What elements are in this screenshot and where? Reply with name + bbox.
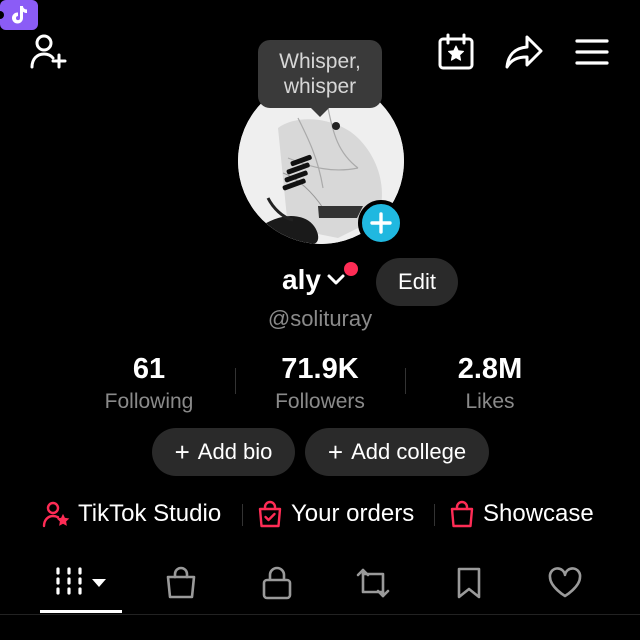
showcase-link[interactable]: Showcase bbox=[449, 496, 594, 532]
tab-shop[interactable] bbox=[156, 558, 206, 608]
active-tab-indicator bbox=[40, 610, 122, 613]
stat-label: Following bbox=[104, 390, 194, 413]
tab-private[interactable] bbox=[252, 558, 302, 608]
menu-icon[interactable] bbox=[572, 34, 612, 70]
lock-icon bbox=[262, 566, 292, 600]
stat-value: 61 bbox=[132, 353, 166, 385]
tiktok-studio-link[interactable]: TikTok Studio bbox=[42, 496, 221, 532]
heart-icon bbox=[548, 567, 582, 598]
stat-followers[interactable]: 71.9K Followers bbox=[235, 352, 405, 414]
add-bio-label: Add bio bbox=[197, 439, 273, 464]
stat-value: 2.8M bbox=[457, 353, 523, 385]
person-star-icon bbox=[42, 501, 70, 528]
tab-bar-divider bbox=[0, 614, 640, 615]
bubble-line-1: Whisper, bbox=[279, 50, 361, 73]
edit-profile-button[interactable]: Edit bbox=[376, 258, 458, 306]
shortcut-label: Showcase bbox=[483, 500, 594, 527]
shortcut-label: TikTok Studio bbox=[78, 500, 222, 527]
ticket-icon[interactable] bbox=[0, 0, 38, 30]
plus-icon: + bbox=[174, 436, 190, 467]
plus-icon bbox=[370, 212, 392, 234]
shortcut-divider bbox=[242, 504, 243, 526]
status-bubble[interactable]: Whisper, whisper bbox=[258, 40, 382, 117]
share-icon[interactable] bbox=[502, 30, 546, 74]
repost-icon bbox=[356, 568, 390, 598]
stat-label: Likes bbox=[465, 390, 515, 413]
bag-check-icon bbox=[258, 500, 282, 528]
notification-dot bbox=[344, 262, 358, 276]
tab-reposts[interactable] bbox=[348, 558, 398, 608]
grid-dropdown-icon bbox=[56, 567, 106, 595]
tab-saved[interactable] bbox=[444, 558, 494, 608]
stat-likes[interactable]: 2.8M Likes bbox=[405, 352, 575, 414]
shopping-bag-icon bbox=[450, 500, 474, 528]
add-college-button[interactable]: + Add college bbox=[305, 428, 489, 476]
stat-following[interactable]: 61 Following bbox=[64, 352, 234, 414]
username-handle: @solituray bbox=[267, 306, 373, 331]
add-friend-icon[interactable] bbox=[26, 30, 70, 74]
stat-label: Followers bbox=[275, 390, 365, 413]
bookmark-icon bbox=[457, 567, 481, 599]
bubble-line-2: whisper bbox=[283, 75, 357, 98]
chevron-down-icon[interactable] bbox=[326, 272, 346, 286]
stat-value: 71.9K bbox=[281, 353, 359, 385]
shopping-bag-icon bbox=[166, 566, 196, 599]
calendar-star-icon[interactable] bbox=[436, 32, 476, 72]
add-college-label: Add college bbox=[351, 439, 467, 464]
add-story-button[interactable] bbox=[358, 200, 404, 246]
shortcut-label: Your orders bbox=[291, 500, 415, 527]
tab-liked[interactable] bbox=[540, 558, 590, 608]
shortcut-divider bbox=[434, 504, 435, 526]
plus-icon: + bbox=[327, 436, 344, 467]
add-bio-button[interactable]: + Add bio bbox=[152, 428, 295, 476]
your-orders-link[interactable]: Your orders bbox=[257, 496, 414, 532]
tab-videos[interactable] bbox=[40, 558, 122, 608]
display-name[interactable]: aly bbox=[282, 264, 321, 296]
